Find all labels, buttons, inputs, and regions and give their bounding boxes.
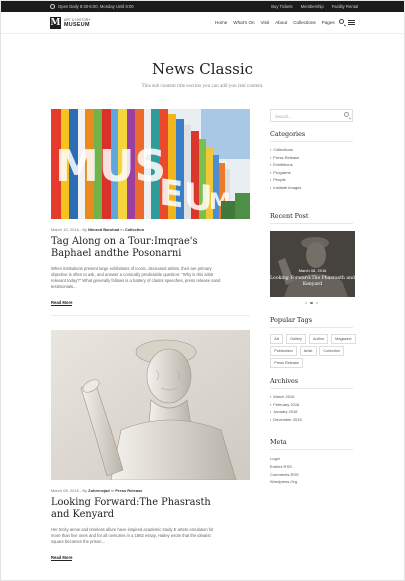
category-item[interactable]: Institute images: [270, 184, 301, 192]
category-item[interactable]: Exhibitions: [270, 161, 301, 169]
menu-icon[interactable]: [348, 20, 355, 25]
carousel-dot[interactable]: [315, 302, 319, 305]
post-2-read-more[interactable]: Read More: [51, 555, 73, 561]
post-1-excerpt: When institutions present large exhibiti…: [51, 266, 221, 290]
post-2-image[interactable]: [51, 330, 250, 480]
nav-whats-on[interactable]: What's On: [233, 20, 254, 25]
post-2-meta: March 08, 2016 - By Zohrenejad In Press …: [51, 488, 143, 493]
meta-item-comments-rss[interactable]: Comments RSS: [270, 471, 299, 479]
tag-chip[interactable]: Gallery: [285, 334, 307, 344]
carousel-dots: [305, 302, 319, 305]
category-item[interactable]: People: [270, 176, 301, 184]
tag-chip[interactable]: Collection: [319, 346, 345, 356]
opening-hours: Open Daily 8:30-5:00, Monday Until 6:00: [50, 4, 134, 9]
meta-heading: Meta: [270, 438, 287, 446]
tag-chip[interactable]: Art: [270, 334, 284, 344]
post-1-category[interactable]: Collection: [125, 227, 144, 232]
archives-heading: Archives: [270, 377, 299, 385]
post-1-meta: March 10, 2016 - By Nimrod Barshad In Co…: [51, 227, 145, 232]
category-item[interactable]: Press Release: [270, 154, 301, 162]
category-item[interactable]: Collections: [270, 146, 301, 154]
facility-rental-link[interactable]: Facility Rental: [332, 4, 358, 9]
search-icon[interactable]: [344, 112, 349, 117]
page-title: News Classic: [151, 60, 254, 78]
carousel-dot-active[interactable]: [310, 302, 313, 305]
opening-hours-text: Open Daily 8:30-5:00, Monday Until 6:00: [58, 4, 134, 9]
nav-about[interactable]: About: [275, 20, 287, 25]
carousel-dot[interactable]: [305, 302, 308, 305]
nav-visit[interactable]: Visit: [261, 20, 270, 25]
post-1-read-more[interactable]: Read More: [51, 300, 73, 306]
top-links: Buy Tickets Membership Facility Rental: [271, 4, 358, 9]
nav-collections[interactable]: Collections: [293, 20, 315, 25]
site-header: M ART & HISTORY MUSEUM Home What's On Vi…: [1, 12, 404, 34]
recent-post-title[interactable]: Looking Forward:The Phasrasth and Kenyar…: [270, 276, 355, 288]
logo-mark[interactable]: M: [50, 17, 61, 29]
categories-heading: Categories: [270, 130, 306, 138]
logo-name[interactable]: MUSEUM: [64, 22, 90, 28]
buy-tickets-link[interactable]: Buy Tickets: [271, 4, 292, 9]
archives-list: March 2016 February 2016 January 2016 De…: [270, 393, 302, 424]
tag-chip[interactable]: Magazine: [330, 334, 356, 344]
tag-chip[interactable]: Artist: [299, 346, 317, 356]
search-icon[interactable]: [339, 19, 344, 24]
membership-link[interactable]: Membership: [301, 4, 324, 9]
archive-item[interactable]: December 2015: [270, 416, 301, 424]
tag-cloud: Art Gallery Author Magazine Publication …: [270, 334, 356, 368]
meta-list: Login Entries RSS Comments RSS Wordpress…: [270, 455, 299, 486]
tags-divider: [270, 327, 353, 328]
archives-divider: [270, 388, 353, 389]
tag-chip[interactable]: Press Release: [270, 358, 304, 368]
main-nav: Home What's On Visit About Collections P…: [215, 20, 335, 25]
page-subtitle: This sub content title section you can a…: [141, 83, 264, 89]
recent-post-heading: Recent Post: [270, 212, 309, 220]
nav-pages[interactable]: Pages: [322, 20, 335, 25]
sidebar-search-input[interactable]: Search...: [270, 109, 353, 122]
post-2-category[interactable]: Press Release: [115, 488, 142, 493]
meta-divider: [270, 449, 353, 450]
categories-list: Collections Press Release Exhibitions Pr…: [270, 146, 301, 192]
recent-post-date: March 08, 2016: [298, 268, 327, 273]
category-item[interactable]: Programe: [270, 169, 301, 177]
categories-divider: [270, 141, 353, 142]
recent-post-divider: [270, 223, 353, 224]
popular-tags-heading: Popular Tags: [270, 316, 312, 324]
nav-home[interactable]: Home: [215, 20, 227, 25]
archive-item[interactable]: February 2016: [270, 401, 302, 409]
clock-icon: [50, 4, 55, 9]
tag-chip[interactable]: Author: [308, 334, 329, 344]
meta-item-wordpress[interactable]: Wordpress.Org: [270, 478, 299, 486]
meta-item-login[interactable]: Login: [270, 455, 299, 463]
post-2-date[interactable]: March 08, 2016: [51, 488, 79, 493]
top-bar: Open Daily 8:30-5:00, Monday Until 6:00 …: [1, 1, 404, 12]
svg-text:MUS: MUS: [55, 141, 166, 192]
post-1-date[interactable]: March 10, 2016: [51, 227, 79, 232]
post-2-title[interactable]: Looking Forward:The Phasrasth and Kenyar…: [51, 497, 231, 521]
post-1-image[interactable]: MUS EU M: [51, 109, 250, 219]
post-divider: [51, 315, 250, 316]
meta-item-entries-rss[interactable]: Entries RSS: [270, 463, 299, 471]
archive-item[interactable]: January 2016: [270, 408, 302, 416]
svg-text:EU: EU: [159, 170, 213, 219]
post-2-excerpt: Her tricky annie and timeless allure hav…: [51, 527, 214, 545]
archive-item[interactable]: March 2016: [270, 393, 302, 401]
post-2-author[interactable]: Zohrenejad: [88, 488, 110, 493]
post-1-title[interactable]: Tag Along on a Tour:Imqrae's Baphael and…: [51, 236, 231, 260]
post-1-author[interactable]: Nimrod Barshad: [88, 227, 119, 232]
tag-chip[interactable]: Publication: [270, 346, 297, 356]
